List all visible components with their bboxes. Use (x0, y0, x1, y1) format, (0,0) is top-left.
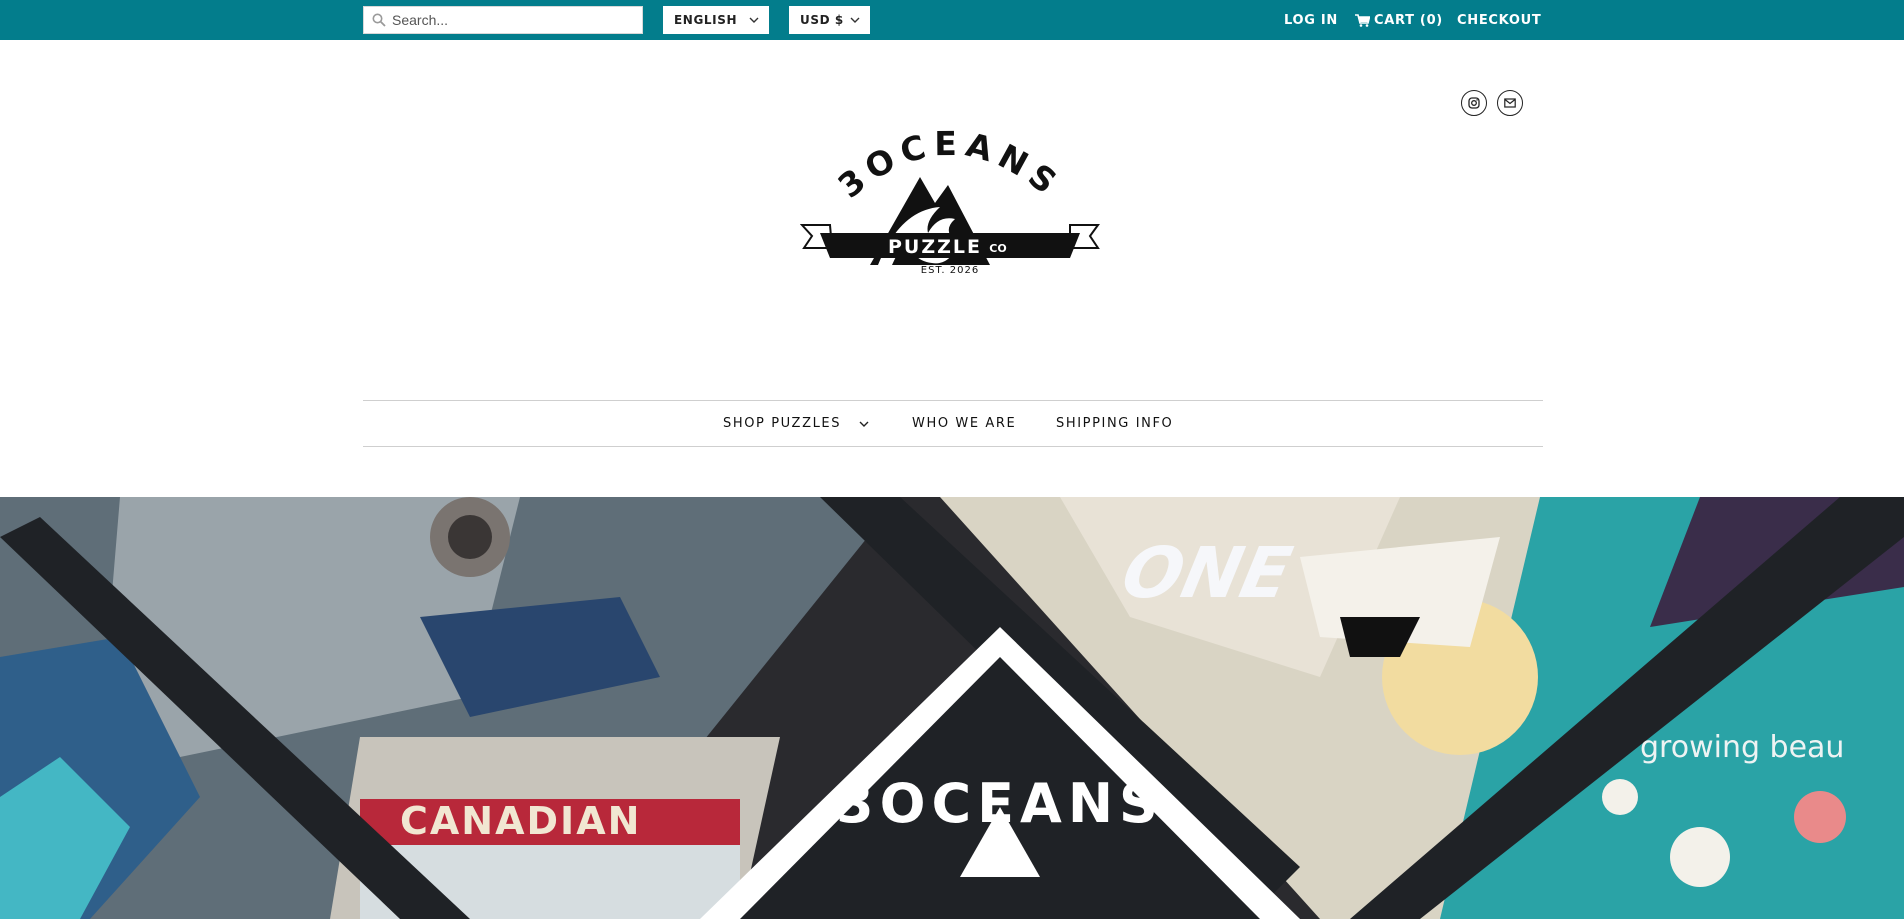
top-bar: ENGLISH USD $ LOG IN CART (0) CHECKOUT (0, 0, 1904, 40)
logo-banner-suffix: CO (989, 242, 1006, 255)
cart-icon (1355, 13, 1370, 27)
language-select[interactable]: ENGLISH (663, 6, 769, 34)
search-icon (372, 13, 386, 27)
language-select-value: ENGLISH (674, 13, 738, 27)
nav-item-shipping-info[interactable]: SHIPPING INFO (1056, 401, 1173, 446)
hero-text-growing: growing beau (1640, 730, 1844, 765)
nav-item-label: SHOP PUZZLES (723, 416, 842, 431)
cart-label: CART (0) (1374, 12, 1443, 28)
instagram-icon (1468, 97, 1480, 109)
login-label: LOG IN (1284, 12, 1338, 28)
hero-image: CANADIAN ONE growing beau 3OCEANS (0, 497, 1904, 919)
nav-item-label: WHO WE ARE (912, 416, 1017, 431)
logo-established: EST. 2026 (921, 265, 979, 276)
main-nav: SHOP PUZZLES WHO WE ARE SHIPPING INFO (363, 400, 1543, 447)
email-link[interactable] (1497, 90, 1523, 116)
checkout-link[interactable]: CHECKOUT (1457, 0, 1541, 40)
nav-item-who-we-are[interactable]: WHO WE ARE (912, 401, 1016, 446)
login-link[interactable]: LOG IN (1284, 0, 1338, 40)
search-input[interactable] (392, 12, 632, 28)
currency-select-value: USD $ (800, 13, 844, 27)
hero-text-oceans: 3OCEANS (836, 772, 1164, 835)
mail-icon (1504, 98, 1516, 108)
hero-banner[interactable]: CANADIAN ONE growing beau 3OCEANS (0, 497, 1904, 919)
search-box[interactable] (363, 6, 643, 34)
currency-select[interactable]: USD $ (789, 6, 870, 34)
logo-banner-text: PUZZLE (888, 236, 982, 258)
chevron-down-icon (859, 421, 869, 427)
instagram-link[interactable] (1461, 90, 1487, 116)
hero-text-canadian: CANADIAN (400, 799, 641, 843)
brand-logo[interactable]: 3OCEANS PUZZLE CO EST. 2026 (800, 115, 1100, 340)
chevron-down-icon (850, 17, 860, 23)
chevron-down-icon (749, 17, 759, 23)
checkout-label: CHECKOUT (1457, 12, 1542, 28)
hero-text-one: ONE (1115, 532, 1298, 614)
cart-link[interactable]: CART (0) (1355, 0, 1443, 40)
nav-item-shop-puzzles[interactable]: SHOP PUZZLES (723, 401, 869, 446)
nav-item-label: SHIPPING INFO (1056, 416, 1174, 431)
